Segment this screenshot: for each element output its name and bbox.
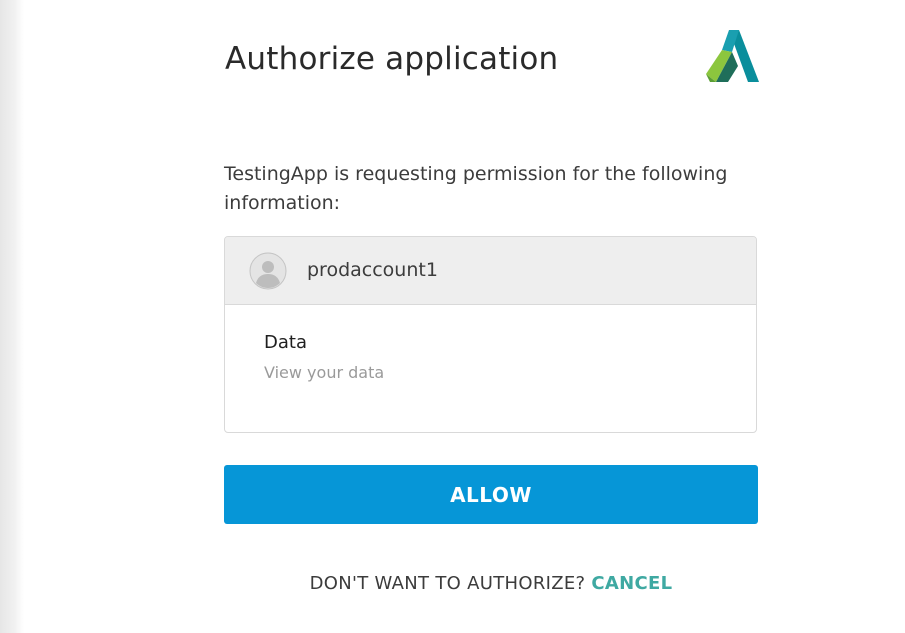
account-name: prodaccount1 [307,259,438,281]
page-title: Authorize application [225,41,559,77]
user-avatar-icon [249,252,287,290]
allow-button[interactable]: ALLOW [224,465,758,524]
window-edge-shadow [0,0,24,633]
authorize-page: Authorize application TestingApp is requ… [0,0,905,633]
decline-prompt: DON'T WANT TO AUTHORIZE? [309,573,586,594]
permission-card: prodaccount1 Data View your data [224,236,757,433]
decline-row: DON'T WANT TO AUTHORIZE? CANCEL [224,571,758,597]
autodesk-logo-icon [706,30,759,82]
permission-request-message: TestingApp is requesting permission for … [224,163,728,214]
permission-description: View your data [264,363,385,382]
cancel-link[interactable]: CANCEL [591,573,672,594]
permission-title: Data [264,332,307,353]
account-header: prodaccount1 [225,237,756,305]
